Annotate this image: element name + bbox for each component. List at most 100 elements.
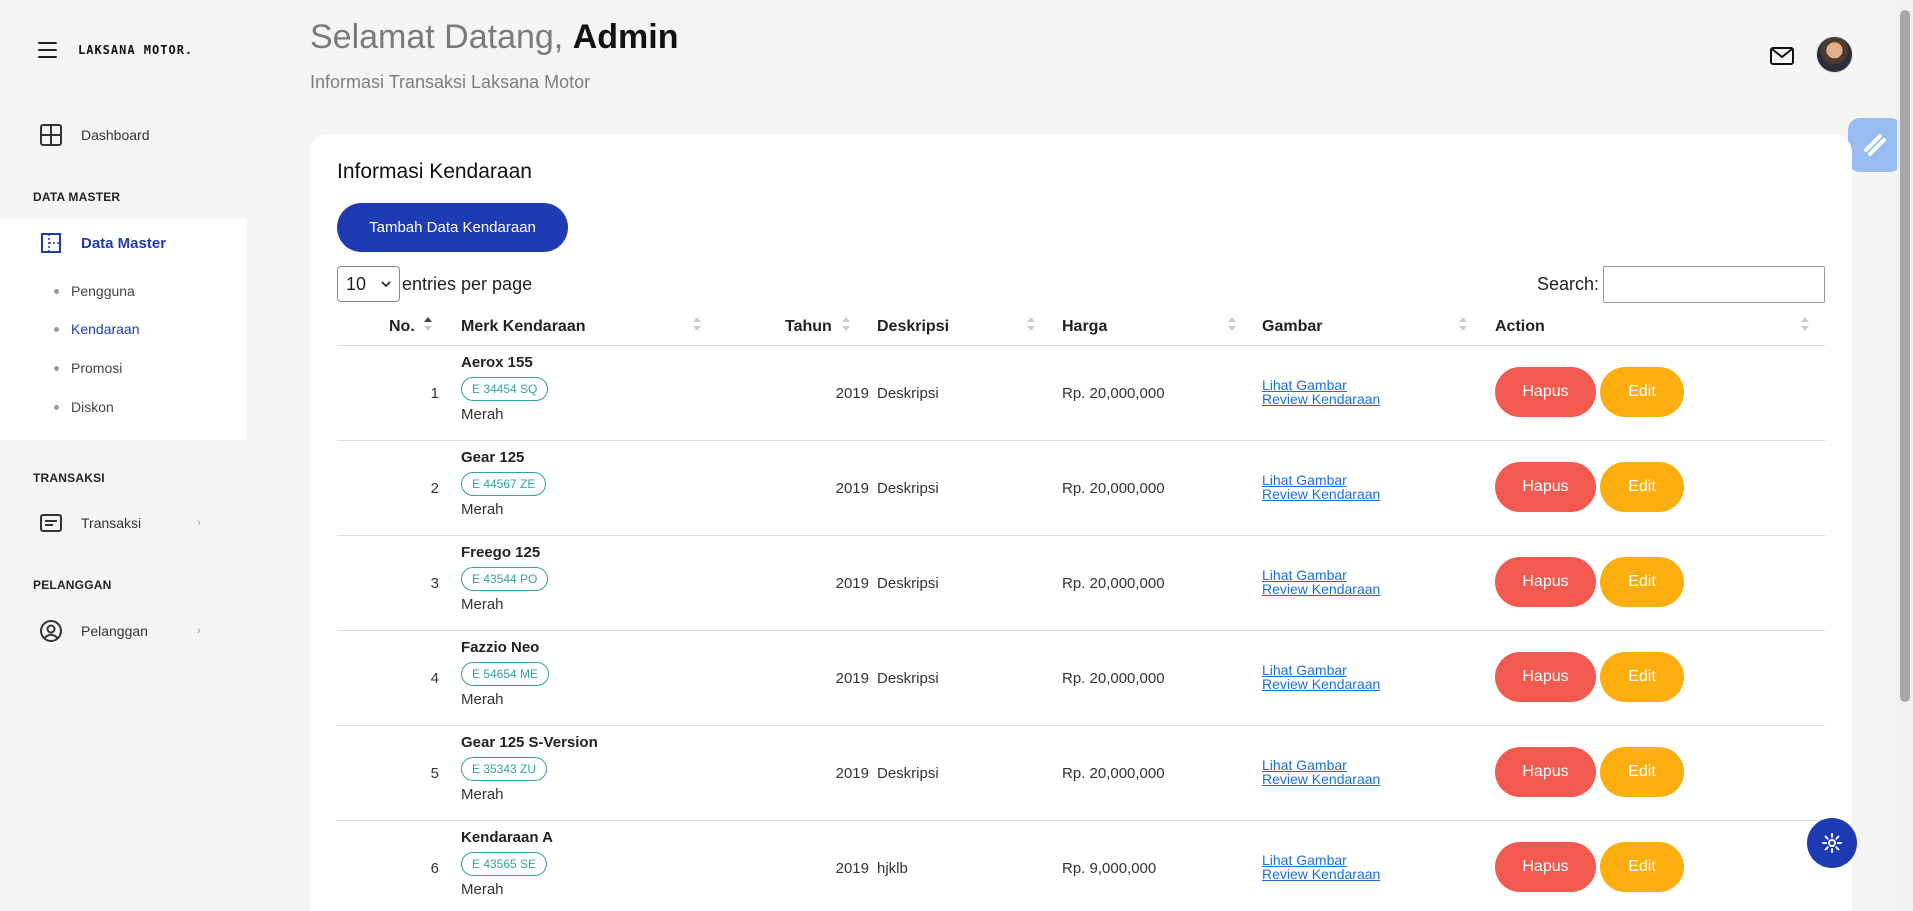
delete-button[interactable]: Hapus [1495, 557, 1596, 607]
view-image-link[interactable]: Lihat Gambar [1262, 473, 1380, 487]
vehicle-name: Aerox 155 [461, 354, 533, 371]
cell-tahun: 2019 [835, 480, 869, 497]
sidebar-item-label: Pelanggan [81, 623, 148, 639]
add-vehicle-button[interactable]: Tambah Data Kendaraan [337, 203, 568, 252]
cell-gambar: Lihat Gambar Review Kendaraan [1262, 663, 1380, 691]
header-deskripsi[interactable]: Deskripsi [877, 318, 949, 336]
vehicle-card: Informasi Kendaraan Tambah Data Kendaraa… [310, 134, 1852, 911]
cell-no: 5 [430, 765, 439, 782]
sidebar-item-transaksi[interactable]: Transaksi [40, 512, 141, 534]
vehicle-color: Merah [461, 786, 504, 803]
view-image-link[interactable]: Lihat Gambar [1262, 758, 1380, 772]
cell-gambar: Lihat Gambar Review Kendaraan [1262, 758, 1380, 786]
delete-button[interactable]: Hapus [1495, 747, 1596, 797]
vehicle-color: Merah [461, 881, 504, 898]
sort-icon[interactable] [1459, 317, 1467, 331]
sidebar-subitem-diskon[interactable]: Diskon [54, 399, 114, 415]
avatar[interactable] [1816, 36, 1853, 73]
search-input[interactable] [1603, 266, 1825, 303]
edit-button[interactable]: Edit [1600, 367, 1684, 417]
section-label-pelanggan: PELANGGAN [33, 578, 112, 592]
transaksi-icon [40, 512, 62, 534]
review-vehicle-link[interactable]: Review Kendaraan [1262, 392, 1380, 406]
review-vehicle-link[interactable]: Review Kendaraan [1262, 487, 1380, 501]
plate-badge: E 34454 SQ [461, 377, 549, 401]
settings-fab[interactable] [1807, 818, 1857, 868]
page-greeting: Selamat Datang, Admin [310, 18, 679, 57]
sidebar-item-label: Dashboard [81, 127, 150, 143]
sort-icon[interactable] [1228, 317, 1236, 331]
header-tahun[interactable]: Tahun [785, 318, 832, 336]
header-merk[interactable]: Merk Kendaraan [461, 318, 586, 336]
review-vehicle-link[interactable]: Review Kendaraan [1262, 772, 1380, 786]
page-subtitle: Informasi Transaksi Laksana Motor [310, 72, 591, 92]
sort-icon[interactable] [693, 317, 701, 331]
sidebar: LAKSANA MOTOR. Dashboard DATA MASTER Dat… [0, 0, 247, 911]
cell-tahun: 2019 [835, 575, 869, 592]
cell-no: 4 [430, 670, 439, 687]
cell-merk: Aerox 155 E 34454 SQ Merah [461, 354, 549, 423]
review-vehicle-link[interactable]: Review Kendaraan [1262, 582, 1380, 596]
view-image-link[interactable]: Lihat Gambar [1262, 853, 1380, 867]
header-action[interactable]: Action [1495, 318, 1545, 336]
hamburger-icon[interactable] [38, 42, 57, 58]
edit-button[interactable]: Edit [1600, 557, 1684, 607]
cell-gambar: Lihat Gambar Review Kendaraan [1262, 568, 1380, 596]
plate-badge: E 35343 ZU [461, 757, 548, 781]
scrollbar[interactable] [1897, 0, 1913, 911]
sidebar-item-dashboard[interactable]: Dashboard [40, 124, 150, 146]
sort-icon[interactable] [1801, 317, 1809, 331]
delete-button[interactable]: Hapus [1495, 367, 1596, 417]
sidebar-subitem-kendaraan[interactable]: Kendaraan [54, 321, 140, 337]
search-control: Search: [1537, 266, 1825, 303]
cell-gambar: Lihat Gambar Review Kendaraan [1262, 473, 1380, 501]
edit-button[interactable]: Edit [1600, 652, 1684, 702]
view-image-link[interactable]: Lihat Gambar [1262, 378, 1380, 392]
delete-button[interactable]: Hapus [1495, 842, 1596, 892]
edit-button[interactable]: Edit [1600, 842, 1684, 892]
vehicle-color: Merah [461, 406, 504, 423]
scroll-thumb[interactable] [1900, 10, 1910, 702]
table-row: 1 Aerox 155 E 34454 SQ Merah 2019 Deskri… [337, 346, 1825, 441]
delete-button[interactable]: Hapus [1495, 652, 1596, 702]
delete-button[interactable]: Hapus [1495, 462, 1596, 512]
mail-icon[interactable] [1770, 47, 1794, 70]
sort-icon[interactable] [1027, 317, 1035, 331]
view-image-link[interactable]: Lihat Gambar [1262, 663, 1380, 677]
cell-merk: Freego 125 E 43544 PO Merah [461, 544, 549, 613]
cell-harga: Rp. 20,000,000 [1062, 670, 1165, 687]
sidebar-subitem-promosi[interactable]: Promosi [54, 360, 122, 376]
header-no[interactable]: No. [389, 318, 415, 336]
cell-merk: Kendaraan A E 43565 SE Merah [461, 829, 553, 898]
chevron-right-icon: › [197, 625, 201, 637]
card-title: Informasi Kendaraan [337, 160, 532, 183]
floating-widget-icon[interactable] [1848, 118, 1902, 172]
header-harga[interactable]: Harga [1062, 318, 1107, 336]
plate-badge: E 54654 ME [461, 662, 550, 686]
header-gambar[interactable]: Gambar [1262, 318, 1322, 336]
edit-button[interactable]: Edit [1600, 462, 1684, 512]
cell-harga: Rp. 20,000,000 [1062, 480, 1165, 497]
sort-icon[interactable] [842, 317, 850, 331]
dashboard-grid-icon [40, 124, 62, 146]
table-row: 5 Gear 125 S-Version E 35343 ZU Merah 20… [337, 726, 1825, 821]
pelanggan-icon [40, 620, 62, 642]
review-vehicle-link[interactable]: Review Kendaraan [1262, 867, 1380, 881]
entries-select[interactable]: 10 [337, 266, 400, 302]
vehicle-color: Merah [461, 596, 504, 613]
chevron-down-icon [381, 280, 391, 287]
sidebar-subitem-pengguna[interactable]: Pengguna [54, 283, 135, 299]
sidebar-item-label: Transaksi [81, 515, 142, 531]
cell-tahun: 2019 [835, 385, 869, 402]
review-vehicle-link[interactable]: Review Kendaraan [1262, 677, 1380, 691]
cell-tahun: 2019 [835, 670, 869, 687]
sidebar-item-pelanggan[interactable]: Pelanggan [40, 620, 148, 642]
sidebar-item-label: Data Master [81, 234, 167, 252]
section-label-data-master: DATA MASTER [33, 190, 121, 204]
cell-merk: Gear 125 S-Version E 35343 ZU Merah [461, 734, 598, 803]
cell-harga: Rp. 20,000,000 [1062, 765, 1165, 782]
view-image-link[interactable]: Lihat Gambar [1262, 568, 1380, 582]
sidebar-item-data-master[interactable]: Data Master [40, 232, 166, 254]
sort-icon[interactable] [424, 317, 432, 331]
edit-button[interactable]: Edit [1600, 747, 1684, 797]
